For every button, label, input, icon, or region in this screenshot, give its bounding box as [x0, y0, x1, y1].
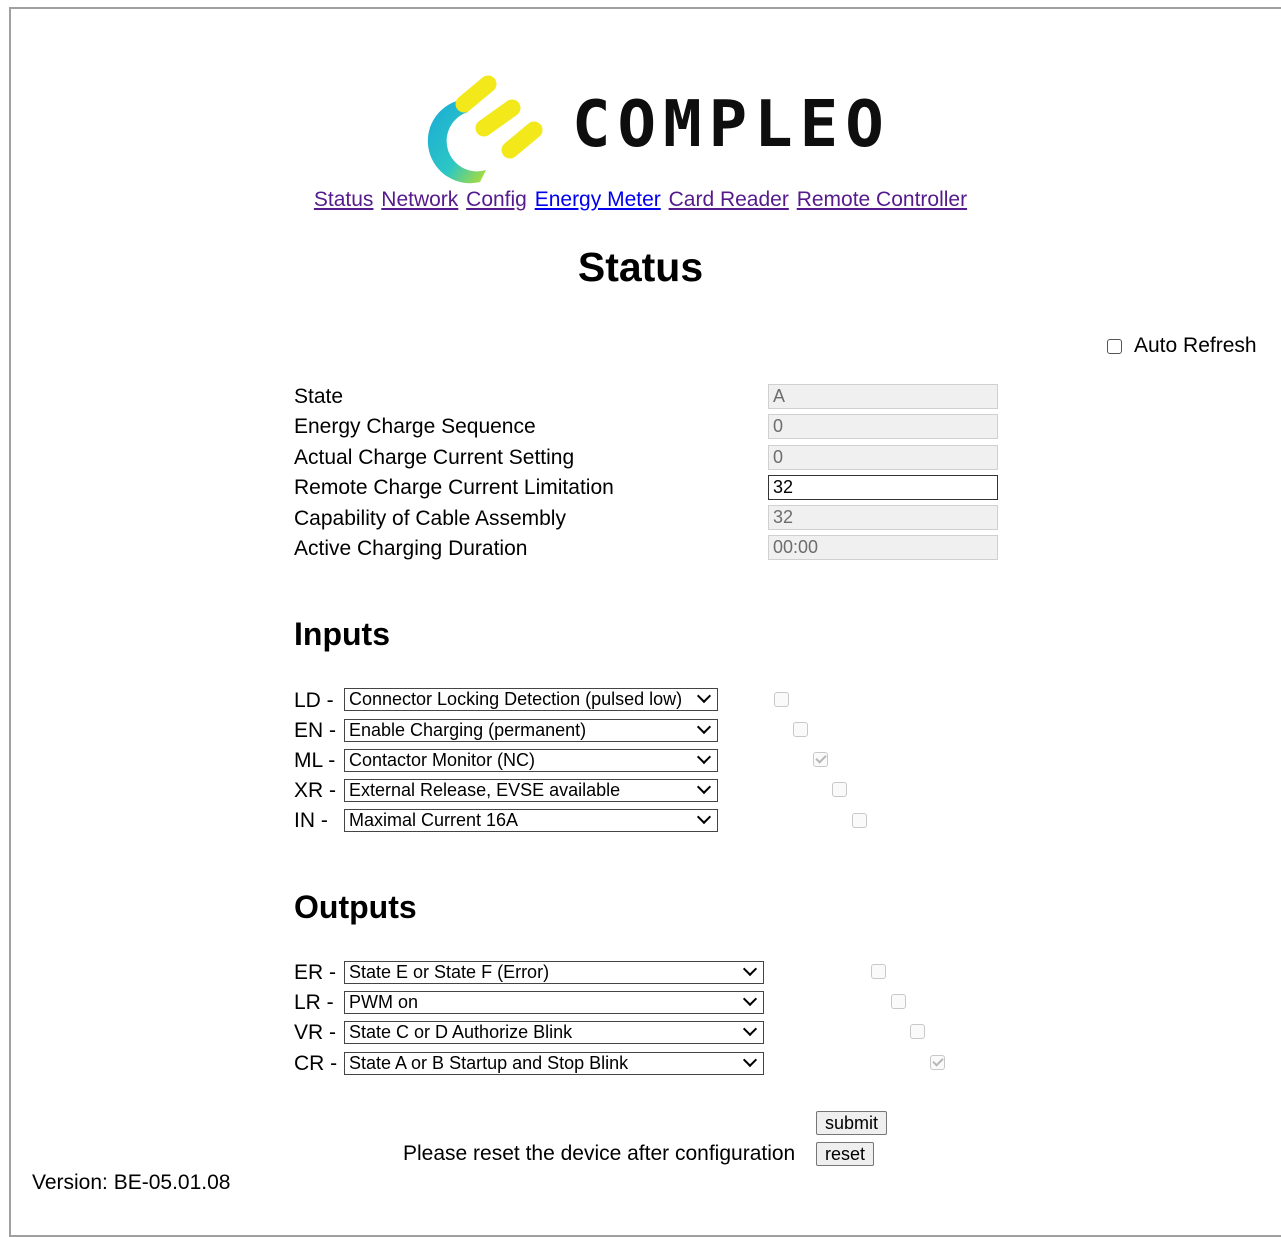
input-ml-prefix: ML -: [294, 749, 336, 772]
remote-charge-current-label: Remote Charge Current Limitation: [294, 476, 614, 499]
chevron-down-icon: [742, 992, 758, 1007]
input-en-selected: Enable Charging (permanent): [349, 720, 587, 740]
version-label: Version: BE-05.01.08: [32, 1171, 231, 1194]
input-en-checkbox: [793, 722, 809, 737]
chevron-down-icon: [696, 750, 712, 765]
auto-refresh-checkbox[interactable]: [1107, 338, 1122, 354]
input-in-checkbox: [851, 813, 867, 828]
auto-refresh-label: Auto Refresh: [1134, 334, 1257, 357]
actual-charge-current-label: Actual Charge Current Setting: [294, 446, 575, 469]
state-label: State: [294, 385, 344, 408]
input-ml-select[interactable]: Contactor Monitor (NC): [344, 749, 718, 772]
cable-capability-label: Capability of Cable Assembly: [294, 507, 566, 530]
charging-duration-label: Active Charging Duration: [294, 537, 528, 560]
nav-config[interactable]: Config: [466, 188, 527, 211]
actual-charge-current-field: 0: [768, 445, 998, 470]
input-ld-prefix: LD -: [294, 689, 334, 712]
output-lr-select[interactable]: PWM on: [344, 991, 764, 1014]
chevron-down-icon: [742, 1022, 758, 1037]
auto-refresh-toggle[interactable]: Auto Refresh: [1107, 334, 1257, 358]
reset-message: Please reset the device after configurat…: [403, 1142, 796, 1165]
state-field: A: [768, 384, 998, 409]
nav-status[interactable]: Status: [314, 188, 374, 211]
input-in-select[interactable]: Maximal Current 16A: [344, 809, 718, 832]
output-vr-selected: State C or D Authorize Blink: [349, 1022, 573, 1042]
energy-charge-sequence-label: Energy Charge Sequence: [294, 415, 536, 438]
output-er-prefix: ER -: [294, 961, 336, 984]
input-ld-select[interactable]: Connector Locking Detection (pulsed low): [344, 688, 718, 711]
input-in-prefix: IN -: [294, 809, 328, 832]
chevron-down-icon: [696, 689, 712, 704]
input-xr-checkbox: [832, 782, 848, 797]
output-lr-prefix: LR -: [294, 991, 334, 1014]
remote-charge-current-input[interactable]: 32: [768, 475, 998, 500]
nav-card-reader[interactable]: Card Reader: [669, 188, 789, 211]
input-ml-selected: Contactor Monitor (NC): [349, 750, 536, 770]
reset-button[interactable]: reset: [816, 1142, 875, 1166]
output-lr-selected: PWM on: [349, 992, 419, 1012]
output-er-select[interactable]: State E or State F (Error): [344, 961, 764, 984]
nav-energy-meter[interactable]: Energy Meter: [535, 188, 661, 211]
page-title: Status: [577, 244, 704, 290]
input-in-selected: Maximal Current 16A: [349, 810, 519, 830]
output-lr-checkbox: [890, 994, 906, 1009]
output-vr-prefix: VR -: [294, 1021, 336, 1044]
output-cr-selected: State A or B Startup and Stop Blink: [349, 1053, 629, 1073]
output-vr-checkbox: [910, 1024, 926, 1039]
inputs-heading: Inputs: [294, 616, 390, 652]
chevron-down-icon: [742, 962, 758, 977]
charging-duration-field: 00:00: [768, 535, 998, 560]
chevron-down-icon: [696, 720, 712, 735]
submit-button[interactable]: submit: [816, 1111, 888, 1135]
brand-wordmark: COMPLEO: [572, 88, 891, 162]
chevron-down-icon: [742, 1053, 758, 1068]
output-cr-prefix: CR -: [294, 1052, 338, 1075]
input-ld-checkbox: [774, 692, 789, 707]
chevron-down-icon: [696, 810, 712, 825]
outputs-heading: Outputs: [294, 889, 417, 925]
cable-capability-field: 32: [768, 505, 998, 530]
input-xr-select[interactable]: External Release, EVSE available: [344, 779, 718, 802]
output-er-checkbox: [871, 964, 887, 979]
top-nav: Status Network Config Energy Meter Card …: [0, 188, 1281, 212]
nav-remote-controller[interactable]: Remote Controller: [797, 188, 967, 211]
output-er-selected: State E or State F (Error): [349, 962, 550, 982]
input-xr-prefix: XR -: [294, 779, 336, 802]
energy-charge-sequence-field: 0: [768, 414, 998, 439]
input-ld-selected: Connector Locking Detection (pulsed low): [349, 689, 683, 709]
output-vr-select[interactable]: State C or D Authorize Blink: [344, 1021, 764, 1044]
nav-network[interactable]: Network: [381, 188, 458, 211]
input-xr-selected: External Release, EVSE available: [349, 780, 621, 800]
input-en-select[interactable]: Enable Charging (permanent): [344, 719, 718, 742]
output-cr-checkbox: [929, 1055, 945, 1070]
compleo-logo-icon: [427, 75, 543, 184]
input-en-prefix: EN -: [294, 719, 336, 742]
input-ml-checkbox: [812, 752, 828, 767]
chevron-down-icon: [696, 780, 712, 795]
output-cr-select[interactable]: State A or B Startup and Stop Blink: [344, 1052, 764, 1075]
